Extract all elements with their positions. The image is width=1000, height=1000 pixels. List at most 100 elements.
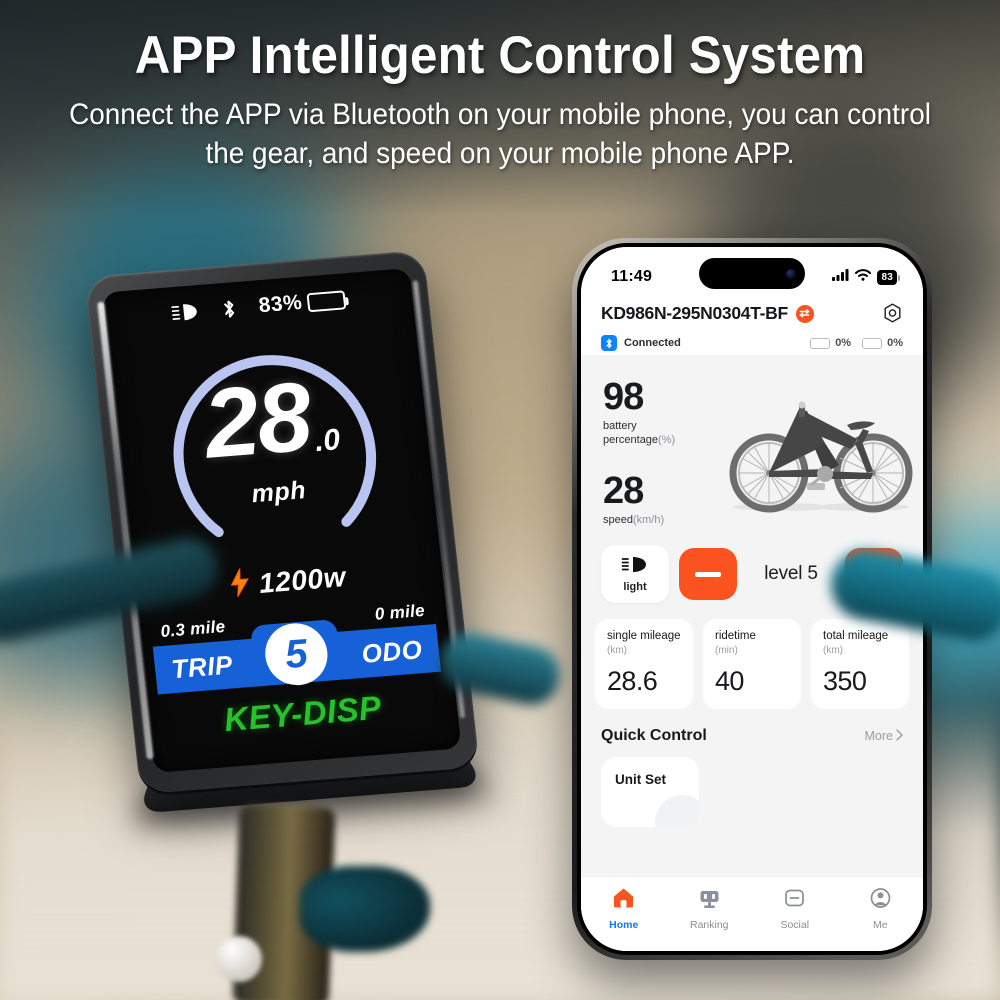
stats-row: single mileage (km) 28.6 ridetime (min) …: [581, 603, 923, 710]
signal-bars-icon: [832, 268, 849, 286]
tab-label: Social: [780, 919, 810, 931]
headline-block: APP Intelligent Control System Connect t…: [0, 26, 1000, 173]
quick-control-card-label: Unit Set: [615, 772, 667, 788]
battery-shell-icon: [810, 337, 831, 349]
quick-control-card-unit-set[interactable]: Unit Set: [601, 757, 699, 828]
ebike-display-unit: 83% 28 .0 mph 1200w 0.3 mile 0 mile TRIP…: [84, 249, 485, 814]
page-title: APP Intelligent Control System: [134, 26, 866, 85]
metric-label-line1: battery: [603, 420, 637, 433]
stat-card-single-mileage[interactable]: single mileage (km) 28.6: [595, 619, 693, 710]
metric-battery: 98 battery percentage(%): [603, 376, 721, 447]
tab-label: Me: [872, 919, 888, 931]
stat-card-total-mileage[interactable]: total mileage (km) 350: [811, 619, 909, 710]
quick-control-header: Quick Control More: [601, 727, 903, 745]
person-icon: [869, 887, 892, 914]
display-speed-unit: mph: [250, 475, 308, 508]
ebike-illustration: [721, 371, 923, 527]
level-increase-button[interactable]: [845, 548, 903, 601]
light-button-label: light: [623, 580, 647, 593]
speed-gauge: 28 .0 mph: [136, 320, 412, 571]
tab-me[interactable]: Me: [838, 887, 924, 931]
metric-speed: 28 speed(km/h): [603, 470, 721, 527]
device-name: KD986N-295N0304T-BF: [601, 303, 788, 323]
battery-indicator: 0%: [862, 337, 903, 349]
home-icon: [612, 887, 635, 914]
stat-unit: (km): [823, 645, 843, 657]
quick-control-more-button[interactable]: More: [865, 729, 903, 744]
battery-indicator: 0%: [810, 337, 851, 349]
speed-value: 28: [603, 470, 644, 513]
stat-value: 28.6: [607, 666, 658, 697]
front-camera-icon: [786, 268, 796, 279]
stat-title: ridetime: [715, 630, 756, 643]
smartphone: 11:49 83 KD986N-295N0304T-BF Connected 0…: [572, 238, 932, 960]
headlight-icon: [621, 556, 649, 578]
display-power-value: 1200w: [257, 560, 348, 599]
display-speed-value: 28: [198, 360, 316, 479]
metrics-section: 98 battery percentage(%) 28 speed(km/h): [581, 355, 923, 527]
display-battery-percent: 83%: [257, 290, 304, 318]
connection-status: Connected: [624, 337, 681, 349]
stat-card-ridetime[interactable]: ridetime (min) 40: [703, 619, 801, 710]
assist-level-text: level 5: [764, 563, 818, 585]
battery-percentage-label: battery percentage(%): [603, 419, 721, 447]
lightning-bolt-icon: [229, 568, 252, 602]
swap-icon[interactable]: [795, 304, 814, 323]
bottom-tab-bar: Home Ranking Social Me: [581, 877, 923, 951]
battery-percentage-value: 98: [603, 376, 644, 418]
battery-indicators: 0% 0%: [810, 337, 903, 349]
display-battery-indicator: 83%: [258, 287, 347, 318]
quick-control-more-label: More: [864, 729, 893, 744]
metric-label-line1: speed: [603, 514, 633, 527]
dynamic-island: [699, 258, 805, 289]
odo-distance-value: 0 mile: [373, 600, 426, 624]
connection-row: Connected 0% 0%: [601, 335, 903, 355]
podium-icon: [698, 887, 721, 914]
battery-shell-icon: [306, 289, 347, 312]
social-icon: [783, 887, 806, 914]
bluetooth-icon: [601, 335, 617, 351]
battery-indicator-value: 0%: [887, 337, 903, 349]
display-brand-name: KEY-DISP: [222, 688, 384, 739]
metrics-column: 98 battery percentage(%) 28 speed(km/h): [603, 371, 721, 527]
tab-label: Ranking: [689, 919, 729, 931]
stat-unit: (min): [715, 645, 738, 657]
wifi-icon: [855, 268, 872, 286]
display-speed-decimal: .0: [313, 422, 342, 458]
stat-value: 350: [823, 666, 867, 697]
level-decrease-button[interactable]: [679, 548, 737, 601]
control-row: light level 5: [581, 527, 923, 604]
phone-frame: 11:49 83 KD986N-295N0304T-BF Connected 0…: [572, 238, 932, 960]
gear-icon[interactable]: [882, 303, 903, 324]
tab-social[interactable]: Social: [752, 887, 838, 931]
assist-level-value: 5: [282, 631, 310, 678]
status-time: 11:49: [611, 268, 653, 285]
stat-value: 40: [715, 666, 744, 697]
metric-unit: (km/h): [632, 514, 665, 527]
quick-control-title: Quick Control: [601, 727, 707, 745]
display-screen: 83% 28 .0 mph 1200w 0.3 mile 0 mile TRIP…: [102, 268, 462, 773]
display-power-row: 1200w: [229, 560, 347, 602]
stat-unit: (km): [607, 645, 627, 657]
status-battery-level: 83: [877, 269, 900, 285]
bluetooth-icon: [221, 298, 238, 320]
stat-title: single mileage: [607, 630, 681, 643]
headlight-icon: [171, 302, 201, 322]
device-row: KD986N-295N0304T-BF: [601, 303, 903, 324]
page-subtitle: Connect the APP via Bluetooth on your mo…: [69, 98, 931, 170]
quick-control-section: Quick Control More Unit Set: [581, 709, 923, 828]
quick-control-cards: Unit Set: [601, 757, 903, 828]
light-button[interactable]: light: [601, 545, 669, 604]
app-header: KD986N-295N0304T-BF Connected 0% 0%: [581, 297, 923, 355]
chevron-right-icon: [896, 729, 903, 744]
phone-inner-bezel: 11:49 83 KD986N-295N0304T-BF Connected 0…: [577, 243, 927, 955]
trip-distance-value: 0.3 mile: [159, 616, 227, 641]
tab-home[interactable]: Home: [581, 887, 667, 931]
battery-shell-icon: [862, 337, 883, 349]
gauge-readout: 28 .0 mph: [136, 320, 412, 571]
tab-ranking[interactable]: Ranking: [667, 887, 753, 931]
assist-level-badge: 5: [262, 620, 331, 688]
trip-label: TRIP: [169, 648, 235, 684]
speed-label: speed(km/h): [603, 513, 721, 527]
battery-indicator-value: 0%: [835, 337, 852, 349]
